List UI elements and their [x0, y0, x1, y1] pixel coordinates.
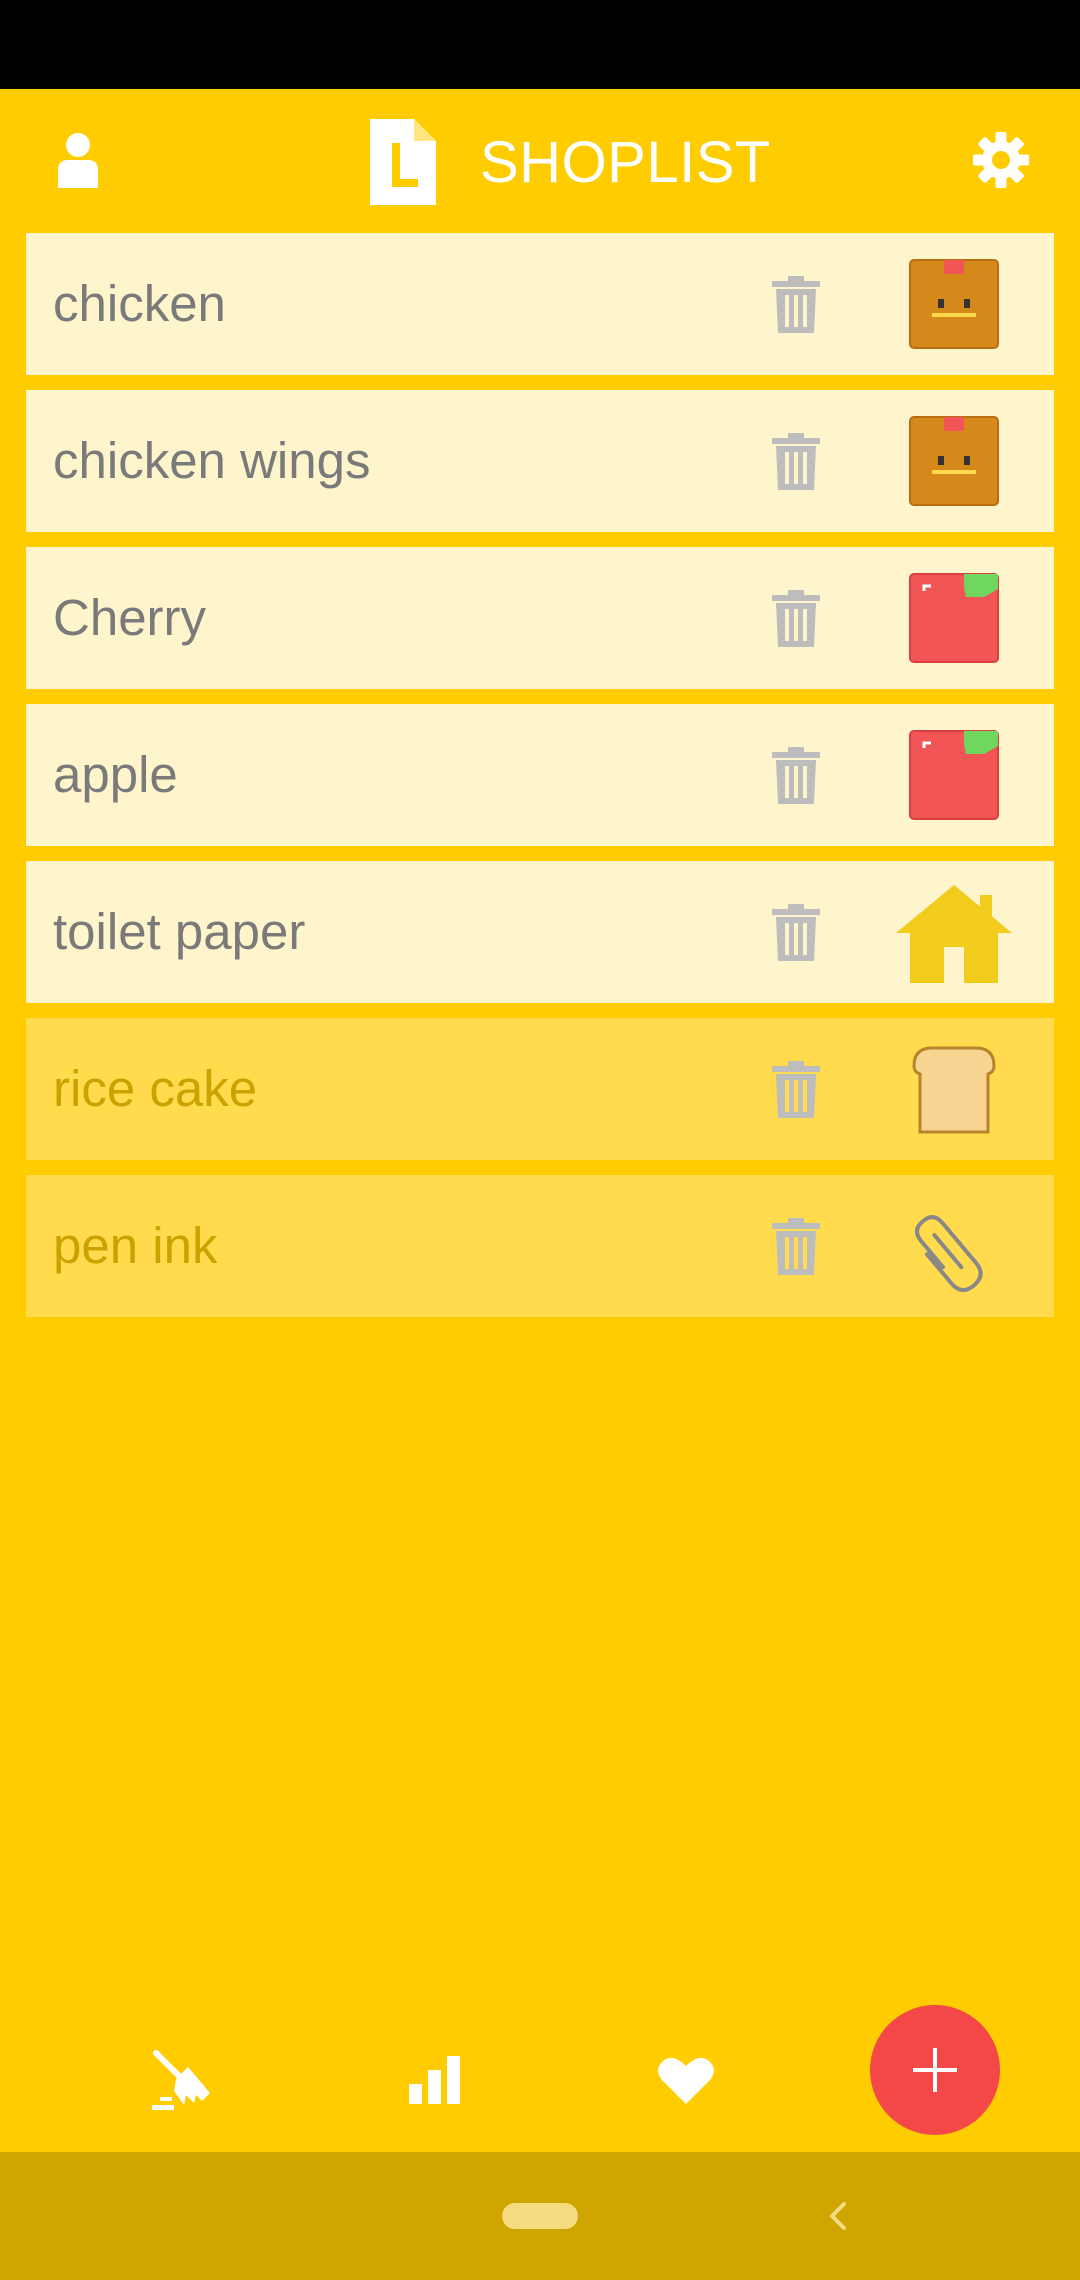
shopping-list: chicken chicken wings Cherry apple toile…: [26, 233, 1054, 1332]
list-item[interactable]: pen ink: [26, 1175, 1054, 1317]
fruit-icon[interactable]: [888, 724, 1020, 826]
list-logo-icon: [370, 119, 436, 205]
item-name: rice cake: [53, 1060, 258, 1117]
list-item[interactable]: chicken wings: [26, 390, 1054, 532]
bar-chart-icon: [409, 2056, 460, 2104]
heart-icon: [658, 2057, 714, 2104]
meat-box-icon[interactable]: [888, 253, 1020, 355]
person-icon: [58, 133, 98, 188]
app-title-group: SHOPLIST: [370, 117, 771, 207]
favorites-button[interactable]: [626, 2020, 746, 2140]
settings-button[interactable]: [930, 89, 1072, 231]
profile-button[interactable]: [7, 89, 149, 231]
item-name: Cherry: [53, 589, 207, 646]
item-name: pen ink: [53, 1217, 218, 1274]
trash-icon[interactable]: [766, 903, 826, 961]
trash-icon[interactable]: [766, 1060, 826, 1118]
app-title: SHOPLIST: [480, 129, 771, 195]
home-pill[interactable]: [502, 2203, 578, 2229]
trash-icon[interactable]: [766, 432, 826, 490]
list-item[interactable]: apple: [26, 704, 1054, 846]
list-item[interactable]: Cherry: [26, 547, 1054, 689]
clear-list-button[interactable]: [121, 2020, 241, 2140]
statistics-button[interactable]: [375, 2020, 495, 2140]
status-bar: [0, 0, 1080, 89]
house-icon[interactable]: [888, 881, 1020, 983]
add-item-button[interactable]: [870, 2005, 1000, 2135]
plus-icon: [913, 2048, 957, 2092]
list-item[interactable]: toilet paper: [26, 861, 1054, 1003]
trash-icon[interactable]: [766, 275, 826, 333]
meat-box-icon[interactable]: [888, 410, 1020, 512]
item-name: apple: [53, 746, 178, 803]
trash-icon[interactable]: [766, 1217, 826, 1275]
gear-icon: [973, 132, 1029, 188]
list-item[interactable]: chicken: [26, 233, 1054, 375]
broom-icon: [152, 2050, 210, 2110]
system-navigation-bar: [0, 2152, 1080, 2280]
fruit-icon[interactable]: [888, 567, 1020, 669]
back-chevron-icon[interactable]: [818, 2184, 858, 2248]
item-name: toilet paper: [53, 903, 306, 960]
item-name: chicken: [53, 275, 226, 332]
trash-icon[interactable]: [766, 746, 826, 804]
item-name: chicken wings: [53, 432, 371, 489]
app-header: SHOPLIST: [0, 89, 1080, 231]
paperclip-icon[interactable]: [888, 1195, 1020, 1297]
trash-icon[interactable]: [766, 589, 826, 647]
bread-icon[interactable]: [888, 1038, 1020, 1140]
list-item[interactable]: rice cake: [26, 1018, 1054, 1160]
